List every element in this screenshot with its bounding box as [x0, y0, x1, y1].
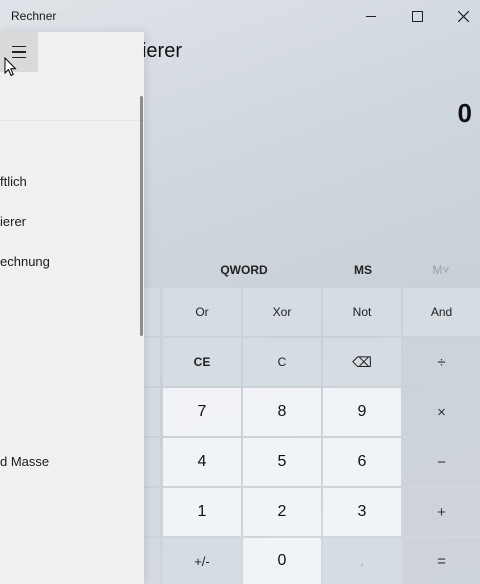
- not-button[interactable]: Not: [323, 288, 401, 336]
- clear-entry-button[interactable]: CE: [163, 338, 241, 386]
- hidden-key[interactable]: [144, 538, 160, 584]
- digit-3-button[interactable]: 3: [323, 488, 401, 536]
- decimal-button[interactable]: ,: [323, 538, 401, 584]
- hidden-key[interactable]: [144, 488, 160, 536]
- nav-scrollbar[interactable]: [140, 96, 143, 336]
- maximize-button[interactable]: [394, 0, 440, 32]
- nav-item-date-calculation[interactable]: echnung: [0, 254, 50, 269]
- equals-button[interactable]: =: [403, 538, 480, 584]
- digit-6-button[interactable]: 6: [323, 438, 401, 486]
- memory-store-button[interactable]: MS: [342, 263, 384, 277]
- or-button[interactable]: Or: [163, 288, 241, 336]
- hidden-key[interactable]: [144, 388, 160, 436]
- add-button[interactable]: +: [403, 488, 480, 536]
- digit-9-button[interactable]: 9: [323, 388, 401, 436]
- word-size-button[interactable]: QWORD: [204, 263, 284, 277]
- backspace-button[interactable]: ⌫: [323, 338, 401, 386]
- digit-5-button[interactable]: 5: [243, 438, 321, 486]
- nav-item-scientific[interactable]: ftlich: [0, 174, 27, 189]
- negate-button[interactable]: +/-: [163, 538, 241, 584]
- close-icon: [457, 10, 469, 22]
- divide-button[interactable]: ÷: [403, 338, 480, 386]
- multiply-button[interactable]: ×: [403, 388, 480, 436]
- digit-4-button[interactable]: 4: [163, 438, 241, 486]
- digit-2-button[interactable]: 2: [243, 488, 321, 536]
- maximize-icon: [411, 10, 423, 22]
- digit-0-button[interactable]: 0: [243, 538, 321, 584]
- title-bar: Rechner: [0, 0, 480, 32]
- xor-button[interactable]: Xor: [243, 288, 321, 336]
- digit-7-button[interactable]: 7: [163, 388, 241, 436]
- minimize-icon: [366, 15, 376, 17]
- memory-list-button[interactable]: M˅: [420, 263, 462, 277]
- nav-divider: [0, 120, 144, 121]
- navigation-pane: ftlich ierer echnung d Masse: [0, 32, 144, 584]
- subtract-button[interactable]: −: [403, 438, 480, 486]
- hidden-key[interactable]: [144, 338, 160, 386]
- clear-button[interactable]: C: [243, 338, 321, 386]
- hidden-key[interactable]: [144, 438, 160, 486]
- mouse-cursor-icon: [4, 57, 17, 77]
- app-title: Rechner: [11, 9, 57, 23]
- close-button[interactable]: [440, 0, 480, 32]
- nav-item-weight-and-mass[interactable]: d Masse: [0, 454, 49, 469]
- digit-8-button[interactable]: 8: [243, 388, 321, 436]
- minimize-button[interactable]: [348, 0, 394, 32]
- and-button[interactable]: And: [403, 288, 480, 336]
- hidden-key[interactable]: [144, 288, 160, 336]
- digit-1-button[interactable]: 1: [163, 488, 241, 536]
- result-display: 0: [457, 98, 472, 128]
- nav-item-programmer[interactable]: ierer: [0, 214, 26, 229]
